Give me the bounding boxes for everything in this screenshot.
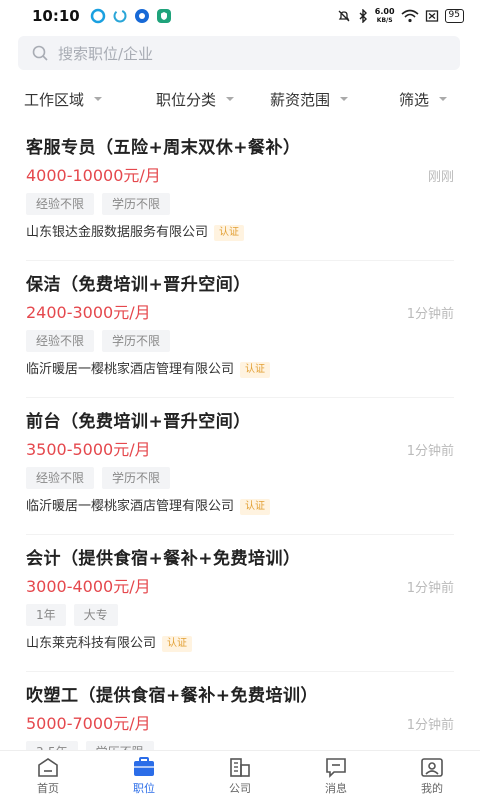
job-tag: 学历不限 [85,741,154,750]
job-tag: 学历不限 [102,193,171,215]
job-tags: 经验不限 学历不限 [26,193,454,215]
status-time: 10:10 [32,7,80,25]
job-tag: 3-5年 [26,741,78,750]
job-title: 保洁（免费培训+晋升空间） [26,275,251,295]
status-bar: 10:10 6.00 KB/S 95 [0,0,480,32]
verified-badge: 认证 [240,499,271,515]
filter-work-area[interactable]: 工作区域 [0,89,138,110]
briefcase-icon [134,756,154,776]
filter-label: 工作区域 [24,90,85,109]
building-icon [230,757,250,777]
filter-more[interactable]: 筛选 [366,89,480,110]
tab-label: 公司 [229,781,251,795]
job-post-time: 1分钟前 [406,718,454,733]
job-card[interactable]: 保洁（免费培训+晋升空间） 2400-3000元/月 1分钟前 经验不限 学历不… [0,261,480,398]
tab-home[interactable]: 首页 [0,751,96,800]
company-name: 山东莱克科技有限公司 [26,636,157,651]
job-card[interactable]: 客服专员（五险+周末双休+餐补） 4000-10000元/月 刚刚 经验不限 学… [0,124,480,261]
job-title: 会计（提供食宿+餐补+免费培训） [26,549,301,569]
job-tag: 经验不限 [26,193,95,215]
job-title: 客服专员（五险+周末双休+餐补） [26,138,301,158]
battery-indicator: 95 [444,9,464,23]
job-company: 山东莱克科技有限公司 认证 [26,632,454,656]
job-salary: 5000-7000元/月 [26,714,151,733]
net-speed: 6.00 KB/S [374,6,395,25]
wifi-icon [401,9,419,23]
job-tags: 3-5年 学历不限 [26,741,454,750]
job-salary: 2400-3000元/月 [26,303,151,322]
message-icon [326,757,346,778]
shield-icon [156,9,171,23]
search-icon [32,45,48,61]
job-post-time: 刚刚 [427,170,454,185]
job-tags: 经验不限 学历不限 [26,330,454,352]
tab-label: 我的 [421,781,443,795]
sync-icon [113,9,127,23]
notification-icons [90,8,172,24]
search-input[interactable]: 搜索职位/企业 [18,36,460,70]
bluetooth-icon [359,9,367,23]
job-tag: 经验不限 [26,467,95,489]
tab-jobs[interactable]: 职位 [96,751,192,800]
job-tag: 经验不限 [26,330,95,352]
tab-messages[interactable]: 消息 [288,751,384,800]
app-notification-icon [90,8,105,24]
job-post-time: 1分钟前 [406,581,454,596]
browser-icon [134,9,149,23]
job-tag: 大专 [73,604,118,626]
tab-profile[interactable]: 我的 [384,751,480,800]
job-tags: 经验不限 学历不限 [26,467,454,489]
filter-bar: 工作区域 职位分类 薪资范围 筛选 [0,80,480,118]
filter-job-category[interactable]: 职位分类 [138,89,252,110]
job-company: 临沂暖居一樱桃家酒店管理有限公司 认证 [26,358,454,382]
filter-salary-range[interactable]: 薪资范围 [252,89,366,110]
net-speed-unit: KB/S [376,16,393,24]
net-speed-value: 6.00 [374,6,395,16]
caret-down-icon [340,97,348,101]
tab-label: 消息 [325,781,347,795]
job-card[interactable]: 吹塑工（提供食宿+餐补+免费培训） 5000-7000元/月 1分钟前 3-5年… [0,672,480,750]
job-tag: 学历不限 [102,467,171,489]
filter-label: 职位分类 [155,90,216,109]
company-name: 山东银达金服数据服务有限公司 [26,225,209,240]
tab-label: 首页 [37,781,59,795]
job-salary: 3000-4000元/月 [26,577,151,596]
company-name: 临沂暖居一樱桃家酒店管理有限公司 [26,499,235,514]
job-card[interactable]: 会计（提供食宿+餐补+免费培训） 3000-4000元/月 1分钟前 1年 大专… [0,535,480,672]
verified-badge: 认证 [162,636,193,652]
job-company: 临沂暖居一樱桃家酒店管理有限公司 认证 [26,495,454,519]
job-salary: 4000-10000元/月 [26,166,161,185]
job-tag: 1年 [26,604,66,626]
tab-company[interactable]: 公司 [192,751,288,800]
filter-label: 筛选 [398,90,429,109]
job-tags: 1年 大专 [26,604,454,626]
job-salary: 3500-5000元/月 [26,440,151,459]
job-title: 吹塑工（提供食宿+餐补+免费培训） [26,686,318,706]
job-company: 山东银达金服数据服务有限公司 认证 [26,221,454,245]
job-post-time: 1分钟前 [406,444,454,459]
job-tag: 学历不限 [102,330,171,352]
sim-icon [425,10,438,22]
job-post-time: 1分钟前 [406,307,454,322]
job-card[interactable]: 前台（免费培训+晋升空间） 3500-5000元/月 1分钟前 经验不限 学历不… [0,398,480,535]
job-title: 前台（免费培训+晋升空间） [26,412,251,432]
caret-down-icon [439,97,447,101]
filter-label: 薪资范围 [269,90,330,109]
mute-bell-icon [338,10,350,22]
tab-label: 职位 [133,781,155,795]
profile-icon [421,757,443,777]
verified-badge: 认证 [214,225,245,241]
status-right: 6.00 KB/S 95 [337,6,464,25]
search-placeholder: 搜索职位/企业 [58,44,154,63]
caret-down-icon [94,97,103,101]
company-name: 临沂暖居一樱桃家酒店管理有限公司 [26,362,235,377]
home-icon [38,757,58,777]
caret-down-icon [226,97,234,101]
verified-badge: 认证 [240,362,271,378]
bottom-tab-bar: 首页 职位 公司 消息 我的 [0,750,480,800]
job-list: 客服专员（五险+周末双休+餐补） 4000-10000元/月 刚刚 经验不限 学… [0,124,480,750]
